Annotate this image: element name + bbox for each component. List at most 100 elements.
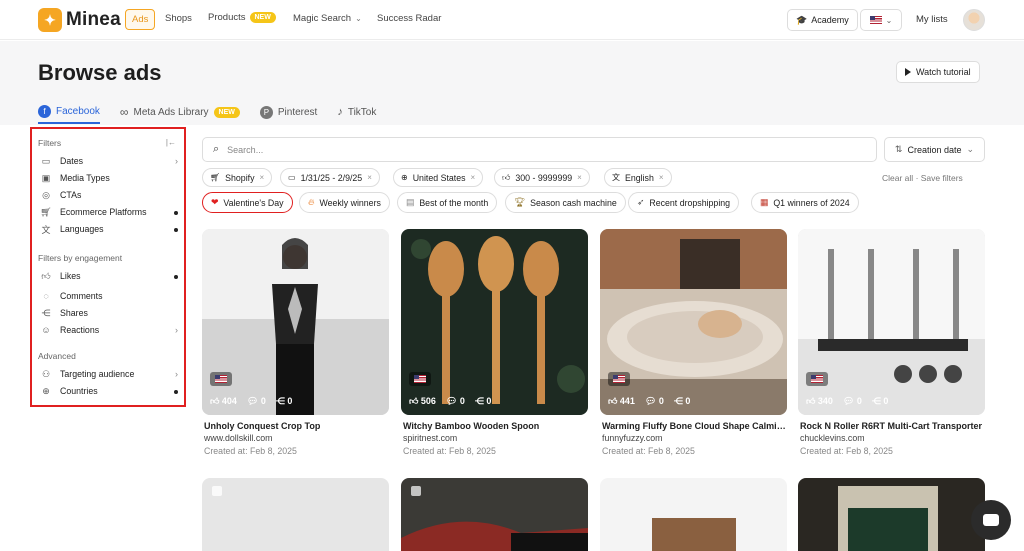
remove-chip-icon[interactable]: × <box>471 173 476 182</box>
country-flag-badge <box>210 372 232 386</box>
chevron-right-icon: › <box>175 325 178 335</box>
likes-stat: 👍︎ 340 <box>806 396 833 406</box>
rocket-icon: ➶ <box>637 197 645 207</box>
active-dot-icon <box>174 224 178 234</box>
chat-support-button[interactable] <box>971 500 1011 540</box>
ad-title[interactable]: Warming Fluffy Bone Cloud Shape Calming … <box>602 421 789 431</box>
tab-meta-ads-library[interactable]: ∞ Meta Ads Library NEW <box>120 100 240 124</box>
filter-countries[interactable]: ⊕ Countries <box>40 384 180 398</box>
filter-media-types[interactable]: ▣ Media Types <box>40 171 180 185</box>
filter-shares[interactable]: ⋲ Shares <box>40 306 180 320</box>
tab-facebook[interactable]: f Facebook <box>38 100 100 124</box>
remove-chip-icon[interactable]: × <box>659 173 664 182</box>
comments-stat: 💬︎ 0 <box>445 396 465 406</box>
brand-logo[interactable]: ✦ Minea <box>38 8 121 32</box>
minea-logo-icon: ✦ <box>38 8 62 32</box>
ad-card[interactable]: 👍︎ 441 💬︎ 0 ⋲ 0 <box>600 229 787 415</box>
preset-chip-q1-winners[interactable]: ▦ Q1 winners of 2024 <box>751 192 859 213</box>
chevron-down-icon: ⌄ <box>966 144 975 154</box>
academy-label: Academy <box>811 15 849 25</box>
preset-chip-season-cash-machine[interactable]: 🏆︎ Season cash machine <box>505 192 626 213</box>
remove-chip-icon[interactable]: × <box>367 173 372 182</box>
collapse-sidebar-icon[interactable]: |← <box>166 138 176 147</box>
language-selector[interactable]: ⌄ <box>860 9 902 31</box>
active-dot-icon <box>174 207 178 217</box>
select-checkbox[interactable] <box>212 486 222 496</box>
shares-stat: ⋲ 0 <box>474 396 492 406</box>
nav-item-products[interactable]: Products NEW <box>208 12 276 23</box>
preset-label: Best of the month <box>419 197 489 208</box>
ad-card[interactable]: 👍︎ 404 💬︎ 0 ⋲ 0 <box>202 229 389 415</box>
my-lists-link[interactable]: My lists <box>916 14 948 25</box>
avatar[interactable] <box>963 9 985 31</box>
ad-domain[interactable]: www.dollskill.com <box>204 433 272 443</box>
preset-chip-recent-dropshipping[interactable]: ➶ Recent dropshipping <box>628 192 740 213</box>
ad-created-date: Created at: Feb 8, 2025 <box>403 446 496 456</box>
search-icon: ⌕ <box>213 143 220 155</box>
ad-domain[interactable]: funnyfuzzy.com <box>602 433 662 443</box>
tab-tiktok[interactable]: ♪ TikTok <box>337 100 376 124</box>
shares-stat: ⋲ 0 <box>871 396 889 406</box>
preset-chip-weekly-winners[interactable]: 🔥︎ Weekly winners <box>299 192 390 213</box>
filter-ecommerce-platforms[interactable]: 🛒︎ Ecommerce Platforms <box>40 205 180 219</box>
nav-item-success-radar[interactable]: Success Radar <box>377 13 441 24</box>
globe-icon: ⊕ <box>42 385 50 396</box>
search-bar[interactable]: ⌕ Search... <box>202 137 877 162</box>
filter-targeting-audience-label: Targeting audience <box>60 369 135 379</box>
chevron-right-icon: › <box>175 369 178 379</box>
sort-dropdown[interactable]: ⇅ Creation date ⌄ <box>884 137 985 162</box>
save-filters-link[interactable]: Save filters <box>921 173 963 183</box>
pinterest-icon: P <box>259 105 273 119</box>
filter-media-types-label: Media Types <box>60 173 110 183</box>
filter-languages-label: Languages <box>60 224 104 234</box>
active-filter-chip[interactable]: ⊕ United States × <box>393 168 484 187</box>
active-dot-icon <box>174 271 178 281</box>
filter-likes[interactable]: 👍︎ Likes <box>40 269 180 283</box>
filter-comments[interactable]: ◌ Comments <box>40 289 180 303</box>
meta-icon: ∞ <box>119 105 129 119</box>
filter-dates[interactable]: ▭ Dates › <box>40 154 180 168</box>
active-filter-chip[interactable]: 👍︎ 300 - 9999999 × <box>494 168 590 187</box>
preset-chip-best-of-the-month[interactable]: ▤ Best of the month <box>397 192 498 213</box>
search-input[interactable]: Search... <box>227 145 263 155</box>
filter-languages[interactable]: 文 Languages <box>40 222 180 236</box>
ad-title[interactable]: Witchy Bamboo Wooden Spoon <box>403 421 590 431</box>
nav-item-shops[interactable]: Shops <box>165 13 192 24</box>
filter-reactions[interactable]: ☺ Reactions › <box>40 323 180 337</box>
tiktok-icon: ♪ <box>337 106 343 118</box>
ad-image <box>838 486 938 551</box>
ad-card[interactable] <box>600 478 787 551</box>
ad-card[interactable]: 👍︎ 340 💬︎ 0 ⋲ 0 <box>798 229 985 415</box>
ad-card[interactable]: 👍︎ 506 💬︎ 0 ⋲ 0 <box>401 229 588 415</box>
remove-chip-icon[interactable]: × <box>577 173 582 182</box>
active-filter-chip[interactable]: 🛒︎ Shopify × <box>202 168 273 187</box>
nav-item-ads[interactable]: Ads <box>125 9 156 30</box>
remove-chip-icon[interactable]: × <box>260 173 265 182</box>
comments-count: 0 <box>260 396 266 406</box>
filter-ctas[interactable]: ◎ CTAs <box>40 188 180 202</box>
active-filter-chip[interactable]: 文 English × <box>604 168 672 187</box>
filter-targeting-audience[interactable]: ⚇ Targeting audience › <box>40 367 180 381</box>
comments-count: 0 <box>658 396 664 406</box>
ad-title[interactable]: Rock N Roller R6RT Multi-Cart Transporte… <box>800 421 987 431</box>
ad-card[interactable] <box>401 478 588 551</box>
tab-tiktok-label: TikTok <box>347 106 377 118</box>
active-filter-chip[interactable]: ▭ 1/31/25 - 2/9/25 × <box>280 168 380 187</box>
filter-actions: Clear all · Save filters <box>882 173 963 183</box>
ad-domain[interactable]: chucklevins.com <box>800 433 865 443</box>
tab-pinterest[interactable]: P Pinterest <box>259 100 317 124</box>
brand-name: Minea <box>66 9 121 30</box>
ad-card[interactable] <box>202 478 389 551</box>
nav-item-magic-search[interactable]: Magic Search ⌄ <box>293 13 362 24</box>
cart-icon: 🛒︎ <box>40 206 52 217</box>
ad-domain[interactable]: spiritnest.com <box>403 433 457 443</box>
cart-icon: 🛒︎ <box>210 173 221 182</box>
comments-stat: 💬︎ 0 <box>842 396 862 406</box>
shares-count: 0 <box>287 396 293 406</box>
clear-all-link[interactable]: Clear all <box>882 173 913 183</box>
ad-card[interactable] <box>798 478 985 551</box>
preset-chip-valentines-day[interactable]: ❤ Valentine's Day <box>202 192 293 213</box>
ad-title[interactable]: Unholy Conquest Crop Top <box>204 421 391 431</box>
watch-tutorial-button[interactable]: Watch tutorial <box>896 61 980 83</box>
academy-button[interactable]: 🎓 Academy <box>787 9 858 31</box>
